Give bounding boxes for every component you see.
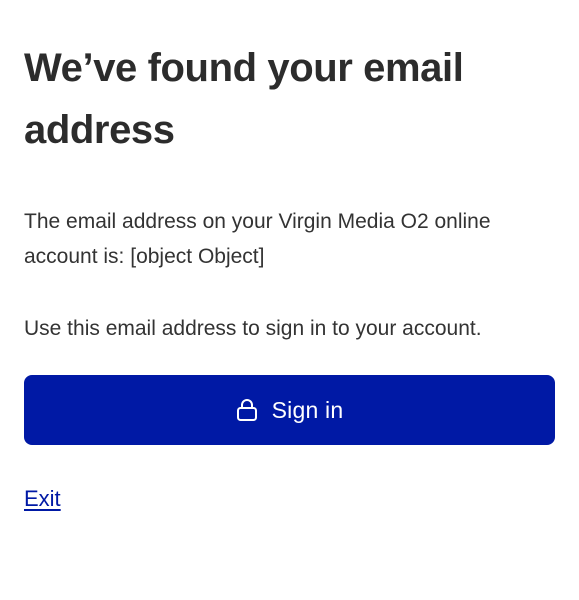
page-title: We’ve found your email address xyxy=(24,46,464,152)
email-value: [object Object] xyxy=(130,245,265,268)
exit-link[interactable]: Exit xyxy=(24,484,61,514)
email-info-paragraph: The email address on your Virgin Media O… xyxy=(24,204,555,274)
sign-in-instruction: Use this email address to sign in to you… xyxy=(24,317,482,340)
sign-in-label: Sign in xyxy=(271,396,344,423)
lock-icon xyxy=(236,398,258,422)
email-found-page: We’ve found your email address The email… xyxy=(0,0,579,600)
sign-in-button[interactable]: Sign in xyxy=(24,375,555,445)
